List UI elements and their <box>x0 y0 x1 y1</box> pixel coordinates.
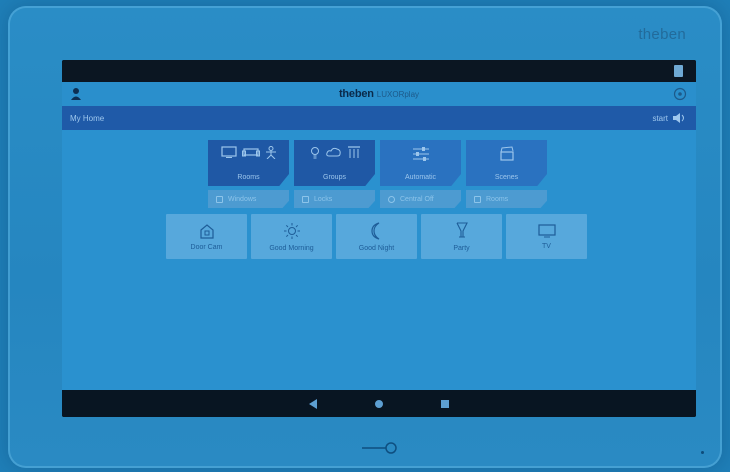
door-cam-icon <box>199 223 214 239</box>
scene-label: TV <box>542 242 551 250</box>
sliders-icon <box>412 147 429 161</box>
glass-icon <box>456 221 468 238</box>
person-icon <box>265 146 276 159</box>
speaker-icon <box>673 113 684 123</box>
scene-label: Good Night <box>358 244 395 252</box>
moon-icon <box>370 221 379 240</box>
lock-icon <box>302 195 309 203</box>
scene-good-morning[interactable]: Good Morning <box>251 214 332 259</box>
scene-good-night[interactable]: Good Night <box>336 214 417 259</box>
status-bar <box>62 60 696 82</box>
navigation-bar: My Home start <box>62 106 696 130</box>
app-header: theben LUXORplay <box>62 82 696 106</box>
scene-party[interactable]: Party <box>421 214 502 259</box>
window-icon <box>216 195 223 203</box>
scene-door-cam[interactable]: Door Cam <box>166 214 247 259</box>
breadcrumb-title: My Home <box>70 113 105 123</box>
scene-tv[interactable]: TV <box>506 214 587 259</box>
tile-label: Rooms <box>237 174 260 181</box>
sofa-icon <box>241 148 260 157</box>
bulb-icon <box>310 147 319 159</box>
subtab-locks[interactable]: Locks <box>294 190 375 208</box>
tile-scenes[interactable]: Scenes <box>466 140 547 186</box>
scene-label: Party <box>453 244 470 252</box>
logo-text: theben <box>338 88 374 100</box>
tv-icon <box>220 146 237 158</box>
recents-icon[interactable] <box>440 399 450 409</box>
app-logo: theben LUXORplay <box>339 88 419 100</box>
touch-screen: theben LUXORplay My Home start Rooms Gro… <box>62 60 696 417</box>
settings-icon[interactable] <box>673 87 687 101</box>
scene-buttons: Door Cam Good Morning Good Night Party T… <box>166 214 587 259</box>
subtab-label: Locks <box>314 195 333 203</box>
main-content: Rooms Groups Automatic Scenes Windows Lo… <box>62 130 696 390</box>
tile-label: Groups <box>323 174 346 181</box>
subtab-label: Rooms <box>486 195 509 203</box>
indicator-dot <box>701 451 704 454</box>
battery-icon <box>674 65 683 77</box>
start-button[interactable]: start <box>652 113 686 123</box>
tile-groups[interactable]: Groups <box>294 140 375 186</box>
tile-label: Scenes <box>494 174 519 181</box>
room-icon <box>474 195 481 203</box>
cloud-icon <box>325 147 341 157</box>
blinds-icon <box>347 146 360 158</box>
sun-icon <box>283 222 300 239</box>
user-icon[interactable] <box>70 87 82 101</box>
scene-label: Good Morning <box>269 244 314 252</box>
device-bezel: theben theben LUXORplay My Home start Ro… <box>8 6 722 468</box>
logo-subtext: LUXORplay <box>376 90 420 99</box>
subtabs: Windows Locks Central Off Rooms <box>208 190 547 208</box>
subtab-rooms[interactable]: Rooms <box>466 190 547 208</box>
start-label: start <box>652 113 668 123</box>
system-navigation-bar <box>62 390 696 417</box>
subtab-windows[interactable]: Windows <box>208 190 289 208</box>
tile-label: Automatic <box>404 174 437 181</box>
subtab-label: Windows <box>228 195 257 203</box>
device-brand: theben <box>638 26 686 43</box>
tile-rooms[interactable]: Rooms <box>208 140 289 186</box>
scene-label: Door Cam <box>190 243 223 251</box>
home-icon[interactable] <box>374 399 384 409</box>
scene-icon <box>499 146 514 161</box>
back-icon[interactable] <box>308 398 318 410</box>
key-icon <box>362 442 397 454</box>
power-icon <box>388 195 395 203</box>
subtab-central-off[interactable]: Central Off <box>380 190 461 208</box>
subtab-label: Central Off <box>400 195 434 203</box>
category-tiles: Rooms Groups Automatic Scenes <box>208 140 547 186</box>
tile-automatic[interactable]: Automatic <box>380 140 461 186</box>
tv-icon <box>537 223 556 237</box>
